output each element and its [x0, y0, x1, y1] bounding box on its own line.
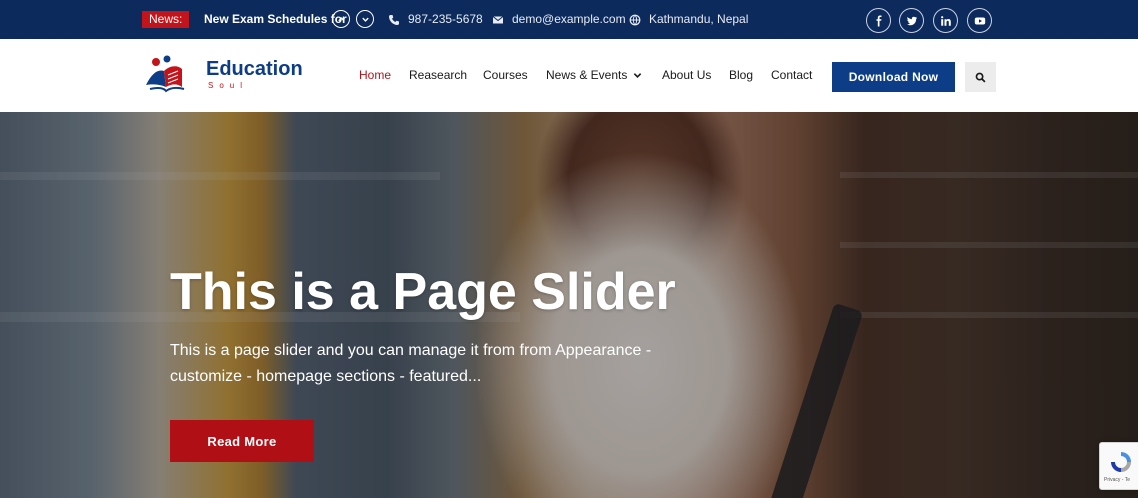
logo-book-icon — [146, 55, 185, 93]
email-address: demo@example.com — [512, 12, 626, 26]
nav-home-label: Home — [359, 68, 392, 82]
news-ticker-text[interactable]: New Exam Schedules for — [204, 12, 347, 27]
nav-about-us[interactable]: About Us — [662, 68, 711, 83]
nav-blog[interactable]: Blog — [729, 68, 753, 83]
recaptcha-text[interactable]: Privacy - Te — [1104, 477, 1130, 483]
site-logo[interactable]: Education Soul — [142, 55, 322, 97]
nav-news-events-label: News & Events — [546, 68, 628, 82]
phone-info[interactable]: 987-235-5678 — [388, 12, 483, 27]
envelope-icon — [492, 15, 504, 23]
recaptcha-icon — [1111, 452, 1131, 472]
hero-description: This is a page slider and you can manage… — [170, 342, 652, 385]
facebook-link[interactable] — [866, 8, 891, 33]
globe-icon — [629, 14, 641, 25]
facebook-icon — [876, 15, 881, 26]
recaptcha-badge[interactable]: Privacy - Te — [1099, 442, 1138, 490]
read-more-button[interactable]: Read More — [170, 420, 314, 462]
email-info[interactable]: demo@example.com — [492, 12, 626, 27]
nav-research-label: Reasearch — [409, 68, 468, 82]
twitter-icon — [906, 16, 917, 25]
phone-icon — [389, 14, 399, 25]
chevron-up-icon — [337, 16, 345, 21]
top-bar: News: New Exam Schedules for 987-235-567… — [0, 0, 1138, 39]
nav-contact[interactable]: Contact — [771, 68, 812, 83]
download-now-button[interactable]: Download Now — [832, 62, 955, 92]
nav-contact-label: Contact — [771, 68, 813, 82]
nav-research[interactable]: Reasearch — [409, 68, 467, 83]
nav-about-us-label: About Us — [662, 68, 712, 82]
location-text: Kathmandu, Nepal — [649, 12, 749, 26]
twitter-link[interactable] — [899, 8, 924, 33]
linkedin-icon — [940, 15, 951, 26]
nav-news-events[interactable]: News & Events — [546, 68, 642, 83]
logo-subtitle: Soul — [208, 81, 249, 90]
chevron-down-icon — [634, 73, 642, 78]
search-button[interactable] — [965, 62, 996, 92]
location-info: Kathmandu, Nepal — [629, 12, 748, 27]
news-next-button[interactable] — [356, 10, 374, 28]
hero-title: This is a Page Slider — [170, 263, 676, 321]
nav-courses[interactable]: Courses — [483, 68, 528, 83]
nav-blog-label: Blog — [729, 68, 754, 82]
youtube-icon — [974, 17, 985, 24]
linkedin-link[interactable] — [933, 8, 958, 33]
news-prev-button[interactable] — [332, 10, 350, 28]
nav-home[interactable]: Home — [359, 68, 391, 83]
news-badge: News: — [142, 11, 190, 28]
logo-title: Education — [206, 58, 303, 80]
youtube-link[interactable] — [967, 8, 992, 33]
chevron-down-icon — [361, 17, 369, 22]
hero-slider: This is a Page Slider This is a page sli… — [0, 112, 1138, 498]
phone-number: 987-235-5678 — [408, 12, 483, 26]
search-icon — [975, 72, 986, 83]
main-navbar: Education Soul Home Reasearch Courses Ne… — [0, 39, 1138, 112]
nav-courses-label: Courses — [483, 68, 528, 82]
